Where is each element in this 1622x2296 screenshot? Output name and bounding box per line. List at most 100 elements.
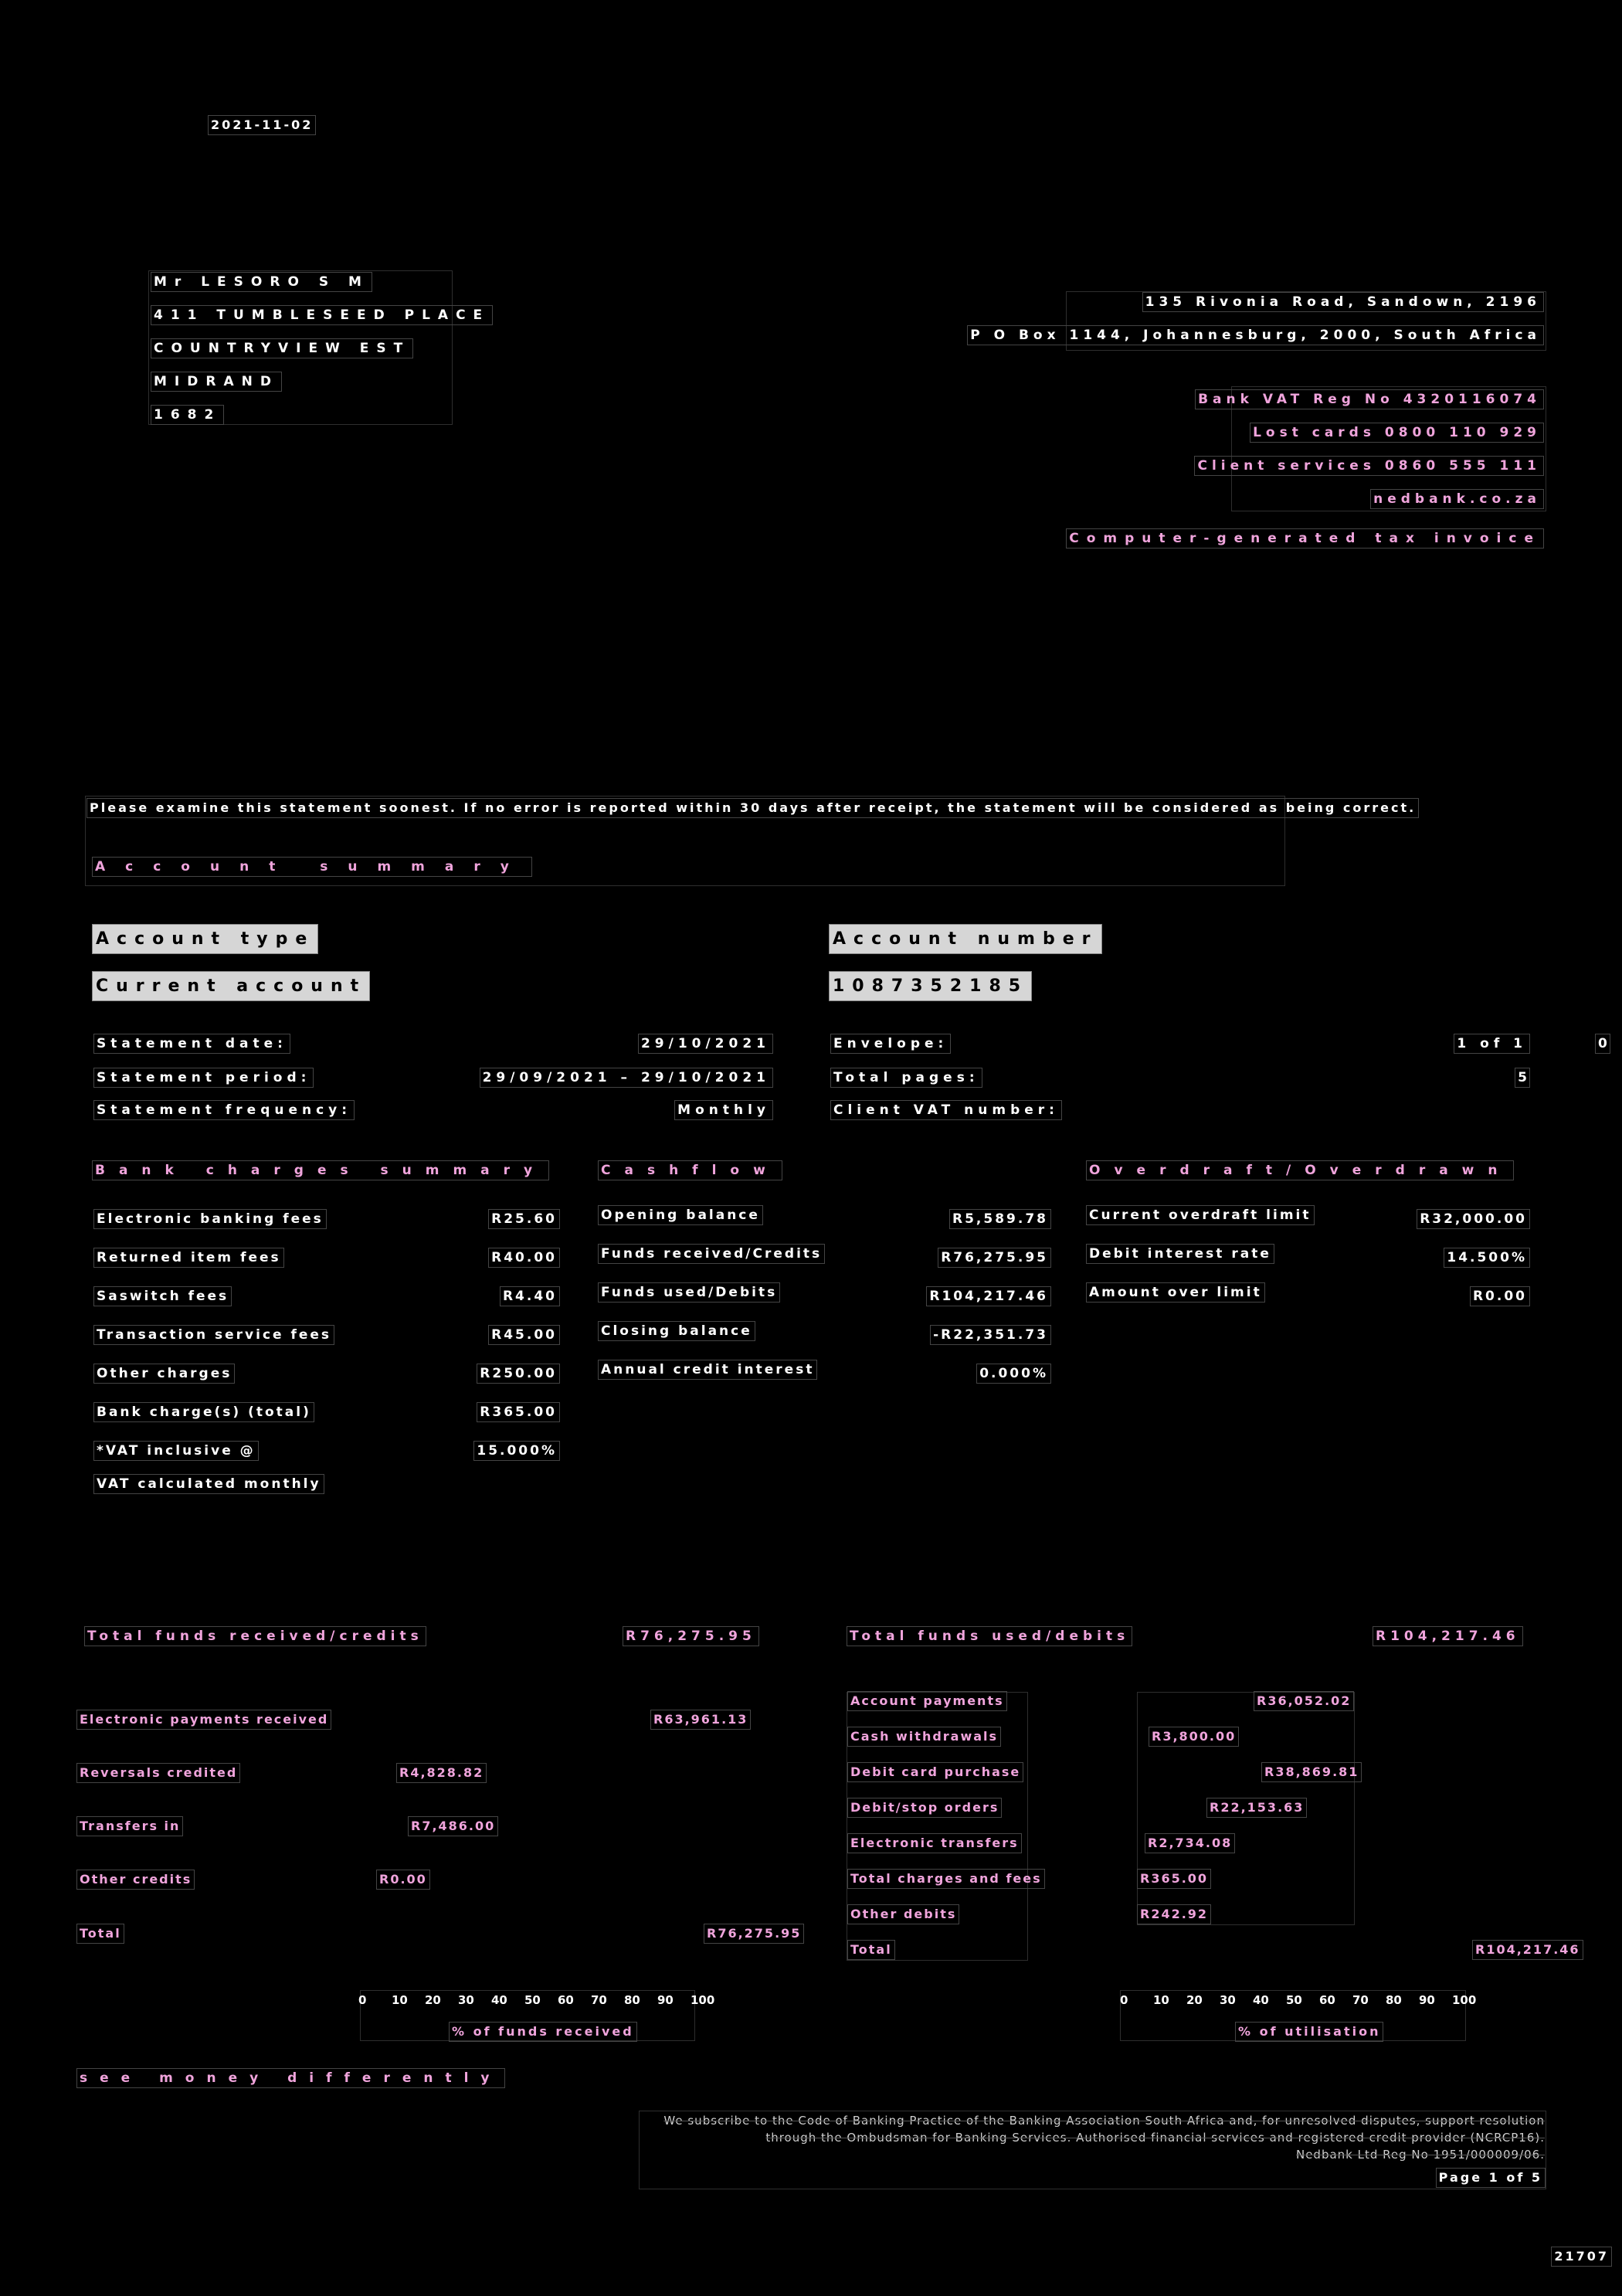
axis-tick: 80 [1386, 1993, 1402, 2007]
debit-row-label: Total charges and fees [847, 1869, 1045, 1889]
credit-row-value: R63,961.13 [650, 1710, 752, 1730]
axis-tick: 100 [691, 1993, 715, 2007]
cashflow-value: -R22,351.73 [930, 1325, 1051, 1345]
address-line-4: MIDRAND [151, 372, 282, 392]
debit-row-label: Debit card purchase [847, 1762, 1024, 1782]
charge-label: Electronic banking fees [93, 1209, 327, 1229]
credit-row-label: Reversals credited [76, 1763, 241, 1783]
debit-row-value: R242.92 [1136, 1904, 1212, 1924]
account-number-value: 1087352185 [828, 971, 1033, 1001]
statement-frequency-value: Monthly [674, 1100, 773, 1120]
address-line-5: 1682 [150, 405, 225, 425]
cashflow-value: R76,275.95 [938, 1248, 1051, 1268]
fineprint-line: We subscribe to the Code of Banking Prac… [663, 2114, 1545, 2128]
overdraft-value: R0.00 [1469, 1286, 1531, 1306]
cashflow-label: Opening balance [598, 1205, 763, 1225]
axis-tick: 40 [491, 1993, 507, 2007]
charge-label: *VAT inclusive @ [93, 1441, 259, 1461]
charge-value: 15.000% [473, 1441, 560, 1461]
debit-row-value: R2,734.08 [1144, 1833, 1236, 1853]
debits-axis-ticks: 0 10 20 30 40 50 60 70 80 90 100 [1120, 1993, 1485, 2007]
axis-tick: 20 [1186, 1993, 1203, 2007]
axis-tick: 60 [558, 1993, 574, 2007]
account-type-value: Current account [91, 971, 371, 1001]
statement-date-value: 29/10/2021 [637, 1034, 774, 1054]
debit-row-label: Electronic transfers [847, 1833, 1022, 1853]
axis-tick: 80 [624, 1993, 640, 2007]
bank-vat-reg: Bank VAT Reg No 4320116074 [1195, 389, 1544, 409]
axis-tick: 0 [358, 1993, 367, 2007]
document-code: 21707 [1551, 2247, 1612, 2267]
total-pages-value: 5 [1515, 1068, 1530, 1088]
credit-row-label: Transfers in [76, 1816, 184, 1836]
axis-tick: 90 [657, 1993, 674, 2007]
statement-period-value: 29/09/2021 – 29/10/2021 [479, 1068, 774, 1088]
cashflow-value: R104,217.46 [926, 1286, 1051, 1306]
axis-tick: 70 [1352, 1993, 1369, 2007]
bank-address-line-1: 135 Rivonia Road, Sandown, 2196 [1142, 292, 1545, 312]
bank-charges-title: Bank charges summary [91, 1160, 550, 1180]
debit-row-label: Account payments [847, 1691, 1007, 1711]
axis-tick: 0 [1120, 1993, 1128, 2007]
debit-row-label: Other debits [847, 1904, 960, 1924]
lost-cards-line: Lost cards 0800 110 929 [1250, 423, 1544, 443]
statement-notice: Please examine this statement soonest. I… [86, 798, 1420, 818]
debit-row-value: R22,153.63 [1206, 1798, 1308, 1818]
overdraft-label: Debit interest rate [1086, 1244, 1274, 1264]
cashflow-label: Funds received/Credits [597, 1244, 826, 1264]
cashflow-label: Closing balance [598, 1321, 755, 1341]
debit-row-value: R3,800.00 [1148, 1727, 1240, 1747]
charge-value: R250.00 [477, 1364, 560, 1384]
statement-date-label: Statement date: [93, 1034, 290, 1054]
charge-label: Returned item fees [93, 1248, 284, 1268]
axis-tick: 10 [392, 1993, 408, 2007]
fineprint-line: Nedbank Ltd Reg No 1951/000009/06. [1295, 2148, 1545, 2162]
charge-label: Other charges [93, 1364, 236, 1384]
axis-tick: 30 [458, 1993, 474, 2007]
tax-invoice-label: Computer-generated tax invoice [1066, 528, 1544, 549]
debit-row-label: Cash withdrawals [847, 1727, 1002, 1747]
statement-period-label: Statement period: [93, 1068, 314, 1088]
axis-tick: 60 [1319, 1993, 1335, 2007]
credit-row-label: Electronic payments received [76, 1710, 332, 1730]
client-services-line: Client services 0860 555 111 [1194, 456, 1544, 476]
axis-tick: 100 [1452, 1993, 1477, 2007]
charge-value: R45.00 [488, 1325, 560, 1345]
overdraft-label: Amount over limit [1086, 1282, 1265, 1303]
debit-row-value: R38,869.81 [1261, 1762, 1362, 1782]
bank-website[interactable]: nedbank.co.za [1370, 489, 1544, 509]
charge-value: R4.40 [499, 1286, 561, 1306]
brand-slogan: see money differently [76, 2068, 505, 2088]
debit-row-value: R36,052.02 [1253, 1691, 1355, 1711]
credit-row-value: R0.00 [376, 1870, 430, 1890]
address-line-2: 411 TUMBLESEED PLACE [150, 305, 494, 325]
cashflow-value: R5,589.78 [949, 1209, 1051, 1229]
overdraft-title: Overdraft/Overdrawn [1085, 1160, 1515, 1180]
total-pages-label: Total pages: [830, 1068, 982, 1088]
axis-tick: 30 [1220, 1993, 1236, 2007]
axis-tick: 40 [1253, 1993, 1269, 2007]
debits-total-label: Total [847, 1940, 895, 1960]
cashflow-title: Cashflow [598, 1160, 782, 1180]
account-number-label: Account number [829, 924, 1102, 954]
page-number: Page 1 of 5 [1435, 2168, 1546, 2188]
credit-row-value: R4,828.82 [395, 1763, 487, 1783]
credits-axis-caption: % of funds received [449, 2022, 637, 2042]
axis-tick: 50 [1286, 1993, 1302, 2007]
credit-row-value: R7,486.00 [407, 1816, 499, 1836]
debits-total-value: R104,217.46 [1472, 1940, 1583, 1960]
statement-print-date: 2021-11-02 [207, 115, 317, 135]
axis-tick: 10 [1153, 1993, 1169, 2007]
credits-title: Total funds received/credits [84, 1626, 426, 1646]
axis-tick: 90 [1419, 1993, 1435, 2007]
debit-row-value: R365.00 [1136, 1869, 1212, 1889]
envelope-extra: 0 [1595, 1034, 1610, 1054]
charge-value: R365.00 [477, 1402, 560, 1422]
charge-value: R40.00 [488, 1248, 560, 1268]
debits-title: Total funds used/debits [846, 1626, 1133, 1646]
address-line-3: COUNTRYVIEW EST [150, 338, 414, 358]
fineprint-line: through the Ombudsman for Banking Servic… [765, 2131, 1545, 2145]
axis-tick: 50 [524, 1993, 541, 2007]
client-vat-label: Client VAT number: [830, 1100, 1062, 1120]
charge-label: Bank charge(s) (total) [93, 1402, 314, 1422]
